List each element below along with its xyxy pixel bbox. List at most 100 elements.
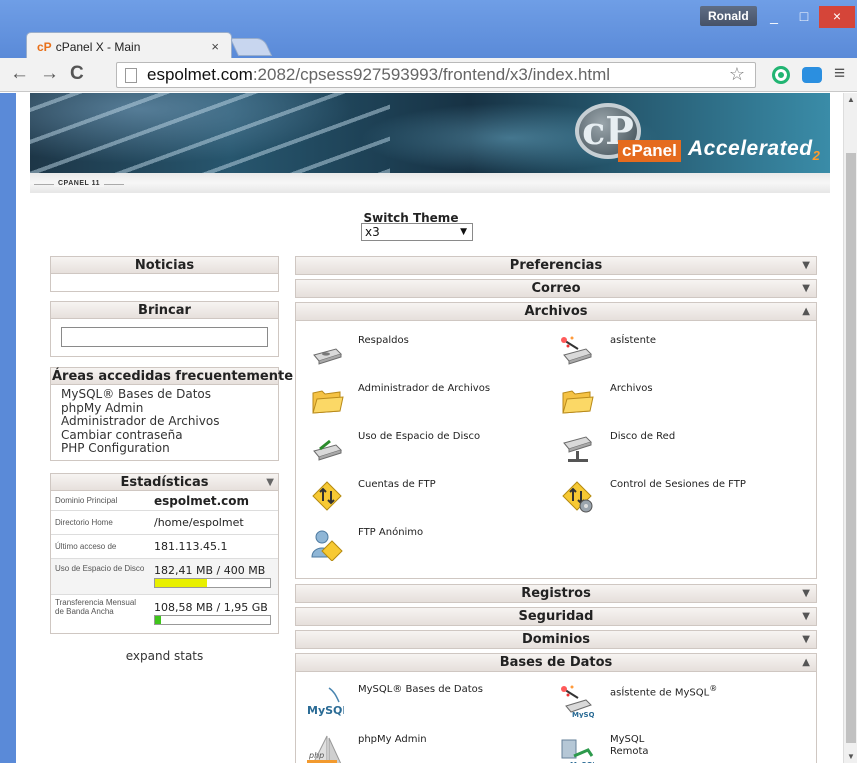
address-bar[interactable]: espolmet.com:2082/cpsess927593993/fronte… <box>116 62 756 88</box>
chevron-down-icon: ▼ <box>802 588 810 599</box>
tab-close-icon[interactable]: × <box>211 39 219 54</box>
php-icon-text: php <box>308 751 324 760</box>
item-label: FTP Anónimo <box>358 527 424 538</box>
news-header[interactable]: Noticias <box>50 256 279 274</box>
stats-row: Dominio Principal espolmet.com <box>51 491 278 511</box>
group-title: Correo <box>531 281 581 296</box>
group-preferencias[interactable]: Preferencias ▼ <box>295 256 817 275</box>
item-mysql-databases[interactable]: MySQL MySQL® Bases de Datos <box>304 684 554 724</box>
item-label: Cuentas de FTP <box>358 479 436 490</box>
item-archivos[interactable]: Archivos <box>560 383 800 423</box>
accelerated-version: 2 <box>812 148 821 164</box>
maximize-button[interactable]: □ <box>790 6 818 28</box>
frequent-link[interactable]: Cambiar contraseña <box>61 428 278 443</box>
registered-mark: ® <box>709 684 718 693</box>
group-dominios[interactable]: Dominios ▼ <box>295 630 817 649</box>
frequent-link[interactable]: phpMy Admin <box>61 401 278 416</box>
close-window-button[interactable]: × <box>819 6 855 28</box>
item-remote-mysql[interactable]: MySQL MySQLRemota <box>560 734 810 763</box>
news-body <box>50 274 279 292</box>
mysql-icon: MySQL <box>307 687 344 717</box>
item-disk-usage[interactable]: Uso de Espacio de Disco <box>310 431 550 471</box>
group-bases-de-datos[interactable]: Bases de Datos ▲ <box>295 653 817 672</box>
page-icon <box>125 68 137 83</box>
frequent-areas-header: Áreas accedidas frecuentemente <box>50 367 294 385</box>
item-label: Disco de Red <box>610 431 676 442</box>
group-archivos[interactable]: Archivos ▲ <box>295 302 817 321</box>
forward-button[interactable]: → <box>40 63 59 85</box>
chevron-down-icon: ▼ <box>802 611 810 622</box>
profile-user-button[interactable]: Ronald <box>700 6 757 26</box>
item-phpmyadmin[interactable]: php phpMy Admin <box>304 734 554 763</box>
browser-toolbar: ← → C espolmet.com:2082/cpsess927593993/… <box>0 58 857 92</box>
item-label: asÍstente de MySQL® <box>610 684 717 698</box>
item-asistente[interactable]: asÍstente <box>560 335 800 375</box>
theme-select[interactable]: x3 ▼ <box>361 223 473 241</box>
backup-icon <box>313 348 342 365</box>
item-file-manager[interactable]: Administrador de Archivos <box>310 383 550 423</box>
item-respaldos[interactable]: Respaldos <box>310 335 550 375</box>
expand-stats-link[interactable]: expand stats <box>50 649 279 663</box>
version-bar: CPANEL 11 <box>30 173 830 193</box>
network-disk-icon <box>563 436 592 462</box>
item-label-line2: Remota <box>610 746 649 757</box>
item-label-line1: MySQL <box>610 734 645 745</box>
item-anonymous-ftp[interactable]: FTP Anónimo <box>310 527 550 567</box>
disk-usage-icon <box>313 439 342 461</box>
menu-icon[interactable]: ≡ <box>834 63 845 85</box>
frequent-link[interactable]: MySQL® Bases de Datos <box>61 387 278 402</box>
chevron-up-icon: ▲ <box>802 657 810 668</box>
frequent-link[interactable]: PHP Configuration <box>61 441 278 456</box>
scroll-up-icon[interactable]: ▲ <box>847 95 855 104</box>
group-title: Bases de Datos <box>499 655 613 670</box>
chevron-down-icon: ▼ <box>802 283 810 294</box>
back-button[interactable]: ← <box>10 63 29 85</box>
item-label: Archivos <box>610 383 653 394</box>
mysql-wizard-icon: MySQL <box>561 685 594 718</box>
bookmark-star-icon[interactable]: ☆ <box>729 64 745 85</box>
bandwidth-bar <box>154 615 271 625</box>
extension-cloud-icon[interactable] <box>802 67 822 83</box>
group-seguridad[interactable]: Seguridad ▼ <box>295 607 817 626</box>
item-ftp-sessions[interactable]: Control de Sesiones de FTP <box>560 479 800 519</box>
new-tab-button[interactable] <box>229 38 273 56</box>
extension-green-icon[interactable] <box>772 66 790 84</box>
group-correo[interactable]: Correo ▼ <box>295 279 817 298</box>
scrollbar-thumb[interactable] <box>846 153 856 743</box>
scroll-down-icon[interactable]: ▼ <box>847 752 855 761</box>
stats-title: Estadísticas <box>120 475 209 490</box>
group-title: Registros <box>521 586 591 601</box>
page-viewport: cP cPanel Accelerated2 CPANEL 11 Switch … <box>16 93 842 763</box>
frequent-areas-list: MySQL® Bases de Datos phpMy Admin Admini… <box>50 385 279 461</box>
ftp-accounts-icon <box>312 481 342 511</box>
stats-row: Último acceso de 181.113.45.1 <box>51 535 278 559</box>
item-label: Uso de Espacio de Disco <box>358 431 481 442</box>
item-label: MySQL® Bases de Datos <box>358 684 484 695</box>
item-network-disk[interactable]: Disco de Red <box>560 431 800 471</box>
item-label-text: asÍstente de MySQL <box>610 687 710 699</box>
theme-selected-value: x3 <box>365 225 380 239</box>
bandwidth-bar-fill <box>155 616 162 624</box>
stats-value: 182,41 MB / 400 MB <box>154 564 266 577</box>
frequent-link[interactable]: Administrador de Archivos <box>61 414 278 429</box>
stats-value: 108,58 MB / 1,95 GB <box>154 601 268 614</box>
group-registros[interactable]: Registros ▼ <box>295 584 817 603</box>
item-ftp-accounts[interactable]: Cuentas de FTP <box>310 479 550 519</box>
reload-button[interactable]: C <box>70 63 84 85</box>
vertical-scrollbar[interactable]: ▲ ▼ <box>843 93 857 763</box>
stats-value: /home/espolmet <box>154 516 244 529</box>
jump-body <box>50 319 279 357</box>
browser-tab[interactable]: cP cPanel X - Main × <box>26 32 232 60</box>
stats-header[interactable]: Estadísticas ▼ <box>50 473 279 491</box>
minimize-button[interactable]: _ <box>760 6 788 28</box>
item-label: Administrador de Archivos <box>358 383 491 394</box>
backup-wizard-icon <box>561 336 592 365</box>
disk-usage-bar <box>154 578 271 588</box>
chevron-down-icon[interactable]: ▼ <box>266 474 274 491</box>
folder-icon <box>562 390 594 414</box>
item-mysql-wizard[interactable]: MySQL asÍstente de MySQL® <box>560 684 810 724</box>
jump-search-input[interactable] <box>61 327 268 347</box>
item-label: Control de Sesiones de FTP <box>610 479 746 490</box>
tab-title: cPanel X - Main <box>55 39 141 54</box>
stats-row: Uso de Espacio de Disco 182,41 MB / 400 … <box>51 559 278 595</box>
